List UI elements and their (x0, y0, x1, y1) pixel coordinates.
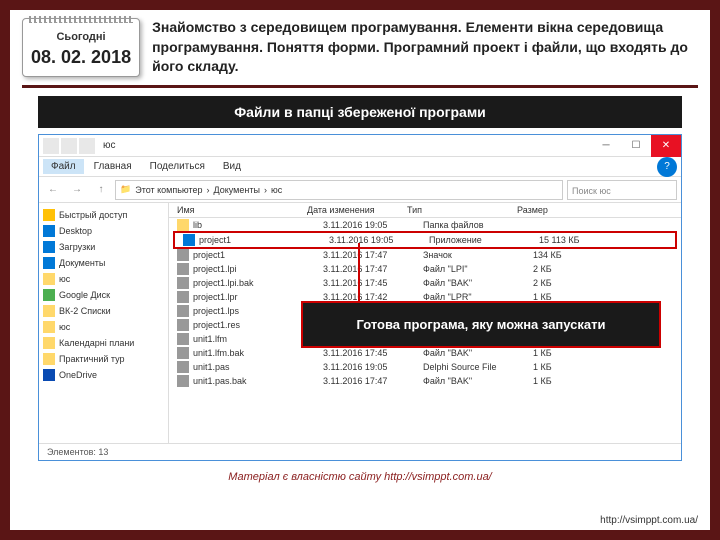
blue-icon (43, 257, 55, 269)
file-icon (177, 263, 189, 275)
file-icon (177, 319, 189, 331)
section-title: Файли в папці збереженої програми (38, 96, 682, 128)
back-button[interactable]: ← (43, 180, 63, 200)
today-label: Сьогодні (31, 31, 131, 43)
file-list: Имя Дата изменения Тип Размер lib3.11.20… (169, 203, 681, 443)
minimize-button[interactable]: ─ (591, 135, 621, 157)
file-row[interactable]: lib3.11.2016 19:05Папка файлов (169, 218, 681, 232)
tab-home[interactable]: Главная (86, 159, 140, 174)
folder-icon (43, 321, 55, 333)
ribbon-tabs: Файл Главная Поделиться Вид ? (39, 157, 681, 177)
blue-icon (43, 241, 55, 253)
footer-link[interactable]: http://vsimppt.com.ua/ (600, 515, 698, 526)
star-icon (43, 209, 55, 221)
file-row[interactable]: project13.11.2016 17:47Значок134 КБ (169, 248, 681, 262)
titlebar: юс ─ ☐ ✕ (39, 135, 681, 157)
col-size[interactable]: Размер (517, 205, 673, 215)
status-bar: Элементов: 13 (39, 443, 681, 460)
blue-icon (43, 225, 55, 237)
sidebar-item[interactable]: Загрузки (41, 239, 166, 255)
file-row[interactable]: project1.lpi3.11.2016 17:47Файл "LPI"2 К… (169, 262, 681, 276)
tab-view[interactable]: Вид (215, 159, 249, 174)
cloud-icon (43, 369, 55, 381)
folder-icon (43, 353, 55, 365)
file-row[interactable]: project13.11.2016 19:05Приложение15 113 … (173, 231, 677, 249)
footer-note: Матеріал є власністю сайту http://vsimpp… (10, 471, 710, 483)
help-icon[interactable]: ? (657, 157, 677, 177)
folder-icon (43, 337, 55, 349)
file-icon (183, 234, 195, 246)
divider (22, 85, 698, 88)
file-icon (177, 305, 189, 317)
file-row[interactable]: unit1.pas3.11.2016 19:05Delphi Source Fi… (169, 360, 681, 374)
file-icon (177, 249, 189, 261)
col-date[interactable]: Дата изменения (307, 205, 407, 215)
maximize-button[interactable]: ☐ (621, 135, 651, 157)
breadcrumb[interactable]: 📁 Этот компьютер› Документы› юс (115, 180, 563, 200)
folder-icon (43, 305, 55, 317)
green-icon (43, 289, 55, 301)
sidebar-item[interactable]: Документы (41, 255, 166, 271)
window-title: юс (103, 140, 116, 151)
sidebar-item[interactable]: Календарні плани (41, 335, 166, 351)
sidebar-item[interactable]: Google Диск (41, 287, 166, 303)
file-explorer-window: юс ─ ☐ ✕ Файл Главная Поделиться Вид ? ←… (38, 134, 682, 461)
sidebar-item[interactable]: Быстрый доступ (41, 207, 166, 223)
close-button[interactable]: ✕ (651, 135, 681, 157)
forward-button[interactable]: → (67, 180, 87, 200)
search-input[interactable]: Поиск юс (567, 180, 677, 200)
folder-icon: 📁 (120, 184, 131, 195)
file-row[interactable]: unit1.lfm.bak3.11.2016 17:45Файл "BAK"1 … (169, 346, 681, 360)
sidebar-item[interactable]: OneDrive (41, 367, 166, 383)
date-card: Сьогодні 08. 02. 2018 (22, 18, 140, 77)
file-row[interactable]: project1.lpi.bak3.11.2016 17:45Файл "BAK… (169, 276, 681, 290)
quick-access-toolbar[interactable] (43, 138, 95, 154)
tab-file[interactable]: Файл (43, 159, 84, 174)
file-icon (177, 277, 189, 289)
col-name[interactable]: Имя (177, 205, 307, 215)
col-type[interactable]: Тип (407, 205, 517, 215)
file-icon (177, 219, 189, 231)
page-title: Знайомство з середовищем програмування. … (152, 18, 698, 77)
folder-icon (43, 273, 55, 285)
sidebar-item[interactable]: юс (41, 319, 166, 335)
file-icon (177, 333, 189, 345)
date-value: 08. 02. 2018 (31, 47, 131, 68)
file-icon (177, 291, 189, 303)
sidebar-item[interactable]: Desktop (41, 223, 166, 239)
sidebar-item[interactable]: ВК-2 Списки (41, 303, 166, 319)
address-toolbar: ← → ↑ 📁 Этот компьютер› Документы› юс По… (39, 177, 681, 203)
sidebar-item[interactable]: юс (41, 271, 166, 287)
sidebar-item[interactable]: Практичний тур (41, 351, 166, 367)
column-headers[interactable]: Имя Дата изменения Тип Размер (169, 203, 681, 218)
file-icon (177, 347, 189, 359)
up-button[interactable]: ↑ (91, 180, 111, 200)
navigation-pane: Быстрый доступDesktopЗагрузкиДокументыюс… (39, 203, 169, 443)
file-row[interactable]: unit1.pas.bak3.11.2016 17:47Файл "BAK"1 … (169, 374, 681, 388)
tab-share[interactable]: Поделиться (142, 159, 213, 174)
file-icon (177, 361, 189, 373)
file-icon (177, 375, 189, 387)
annotation-callout: Готова програма, яку можна запускати (301, 301, 661, 348)
